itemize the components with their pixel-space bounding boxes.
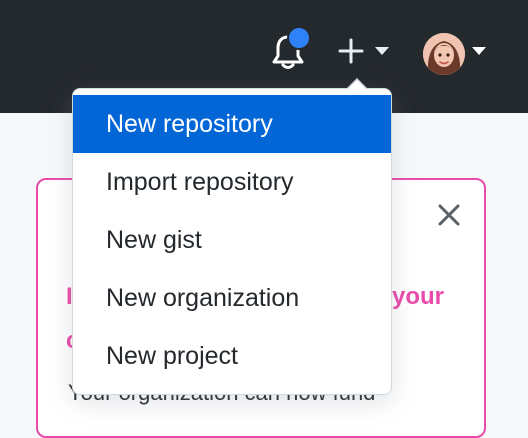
avatar-portrait-icon [423, 33, 465, 75]
promo-title-fragment: your [392, 283, 445, 310]
caret-down-icon[interactable] [472, 47, 486, 55]
menu-item-import-repository[interactable]: Import repository [73, 153, 391, 211]
create-new-dropdown-menu: New repository Import repository New gis… [72, 88, 392, 395]
menu-item-list: New repository Import repository New gis… [73, 95, 391, 385]
dropdown-caret [347, 80, 367, 90]
caret-down-icon[interactable] [375, 47, 389, 55]
menu-item-new-gist[interactable]: New gist [73, 211, 391, 269]
menu-item-new-organization[interactable]: New organization [73, 269, 391, 327]
close-icon[interactable] [436, 202, 462, 228]
menu-item-new-repository[interactable]: New repository [73, 95, 391, 153]
notification-indicator [287, 26, 311, 50]
menu-item-new-project[interactable]: New project [73, 327, 391, 385]
plus-icon[interactable] [338, 38, 364, 64]
user-avatar[interactable] [423, 33, 465, 75]
